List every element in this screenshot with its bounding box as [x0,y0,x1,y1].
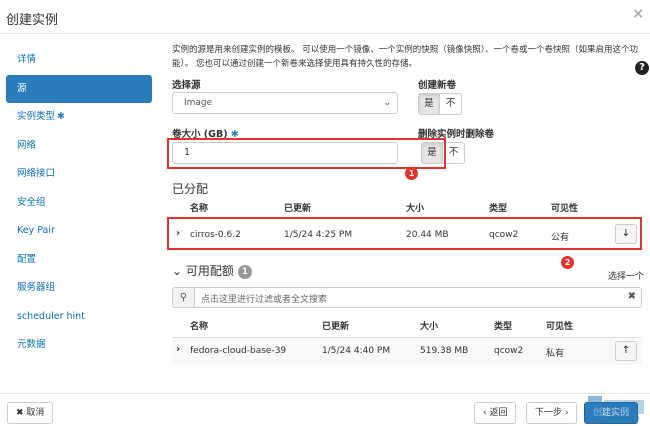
available-updated: 1/5/24 4:40 PM [322,346,391,356]
allocated-header-size: 大小 [406,204,425,214]
allocated-header-type: 类型 [489,204,508,214]
available-size: 519.38 MB [420,346,469,356]
close-icon[interactable]: × [632,6,644,22]
sidebar-item-label: scheduler hint [17,310,85,322]
sidebar-item-security-groups[interactable]: 安全组 [6,189,152,218]
sidebar-item-label: 源 [17,82,27,94]
available-title[interactable]: ⌄ 可用配额 1 [172,262,252,279]
chevron-down-icon: ⌄ [383,98,391,108]
dialog-header: 创建实例 × [0,0,650,34]
sidebar-item-label: 服务器组 [17,282,56,293]
next-button[interactable]: 下一步 › [526,402,578,424]
dialog-footer: ✖ 取消 ‹ 返回 下一步 › 创建实例 [0,393,650,426]
sidebar-item-network-ports[interactable]: 网络接口 [6,160,152,189]
create-volume-label: 创建新卷 [418,80,457,91]
select-one-label: 选择一个 [608,272,645,282]
sidebar-item-label: 网络接口 [17,168,56,179]
chevron-down-icon: ⌄ [172,264,183,278]
allocate-button[interactable]: ↑ [615,341,637,361]
arrow-up-icon: ↑ [621,345,631,356]
available-header-visibility: 可见性 [546,322,574,332]
create-volume-yes-button[interactable]: 是 [418,93,440,115]
sidebar-item-label: 配置 [17,253,37,265]
available-header-size: 大小 [420,322,439,332]
annotation-badge-2: 2 [561,256,574,269]
search-icon: ⚲ [173,288,195,307]
create-volume-no-button[interactable]: 不 [440,93,462,115]
available-visibility: 私有 [546,349,565,359]
sidebar-item-label: 网络 [17,139,37,151]
available-count-badge: 1 [237,264,252,279]
sidebar-item-label: 实例类型 [17,111,56,122]
sidebar-item-label: 元数据 [17,339,46,350]
annotation-box-1 [167,138,446,169]
chevron-right-icon[interactable]: › [176,344,180,355]
clear-icon[interactable]: ✖ [628,291,636,302]
back-button[interactable]: ‹ 返回 [474,402,517,424]
search-input[interactable]: 点击这里进行过滤或者全文搜索 [201,292,327,305]
sidebar-item-scheduler-hint[interactable]: scheduler hint [6,303,152,332]
source-description: 实例的源是用来创建实例的模板。 可以使用一个镜像、一个实例的快照（镜像快照）、一… [172,45,638,69]
itdai-watermark-logo: ITDAI.COM [588,396,644,424]
wizard-sidebar: 详情 源 实例类型 ✱ 网络 网络接口 安全组 Key Pair 配置 服务器组 … [6,46,152,360]
sidebar-item-label: Key Pair [17,225,55,236]
sidebar-item-label: 安全组 [17,196,46,208]
available-title-text: 可用配额 [185,264,234,278]
boot-source-select[interactable]: Image ⌄ [172,92,398,114]
watermark-text: ITDAI.COM [608,416,640,423]
sidebar-item-key-pair[interactable]: Key Pair [6,217,152,246]
allocated-header-updated: 已更新 [284,204,312,214]
sidebar-item-networks[interactable]: 网络 [6,132,152,161]
available-header-type: 类型 [494,322,513,332]
available-header-updated: 已更新 [322,322,350,332]
annotation-badge-1: 1 [405,167,418,180]
boot-source-value: Image [184,98,213,108]
sidebar-item-server-groups[interactable]: 服务器组 [6,274,152,303]
create-instance-dialog: 创建实例 × ? 详情 源 实例类型 ✱ 网络 网络接口 安全组 Key Pair… [0,0,650,426]
allocated-header-name: 名称 [190,204,209,214]
allocated-header-visibility: 可见性 [551,204,579,214]
cancel-button[interactable]: ✖ 取消 [7,402,54,424]
sidebar-item-flavor[interactable]: 实例类型 ✱ [6,103,152,132]
annotation-box-2 [167,217,642,250]
dialog-title: 创建实例 [6,13,59,28]
delete-volume-no-button[interactable]: 不 [443,142,465,164]
allocated-title: 已分配 [172,182,209,196]
required-icon: ✱ [57,111,65,122]
sidebar-item-details[interactable]: 详情 [6,46,152,75]
sidebar-item-label: 详情 [17,54,37,65]
available-header-name: 名称 [190,322,209,332]
filter-search-bar: ⚲ 点击这里进行过滤或者全文搜索 ✖ [172,287,642,308]
available-name: fedora-cloud-base-39 [190,346,287,356]
select-source-label: 选择源 [172,80,201,91]
sidebar-item-source[interactable]: 源 [6,74,152,103]
create-volume-toggle: 是 不 [418,93,462,115]
sidebar-item-metadata[interactable]: 元数据 [6,331,152,360]
available-type: qcow2 [494,346,524,356]
sidebar-item-configuration[interactable]: 配置 [6,246,152,275]
